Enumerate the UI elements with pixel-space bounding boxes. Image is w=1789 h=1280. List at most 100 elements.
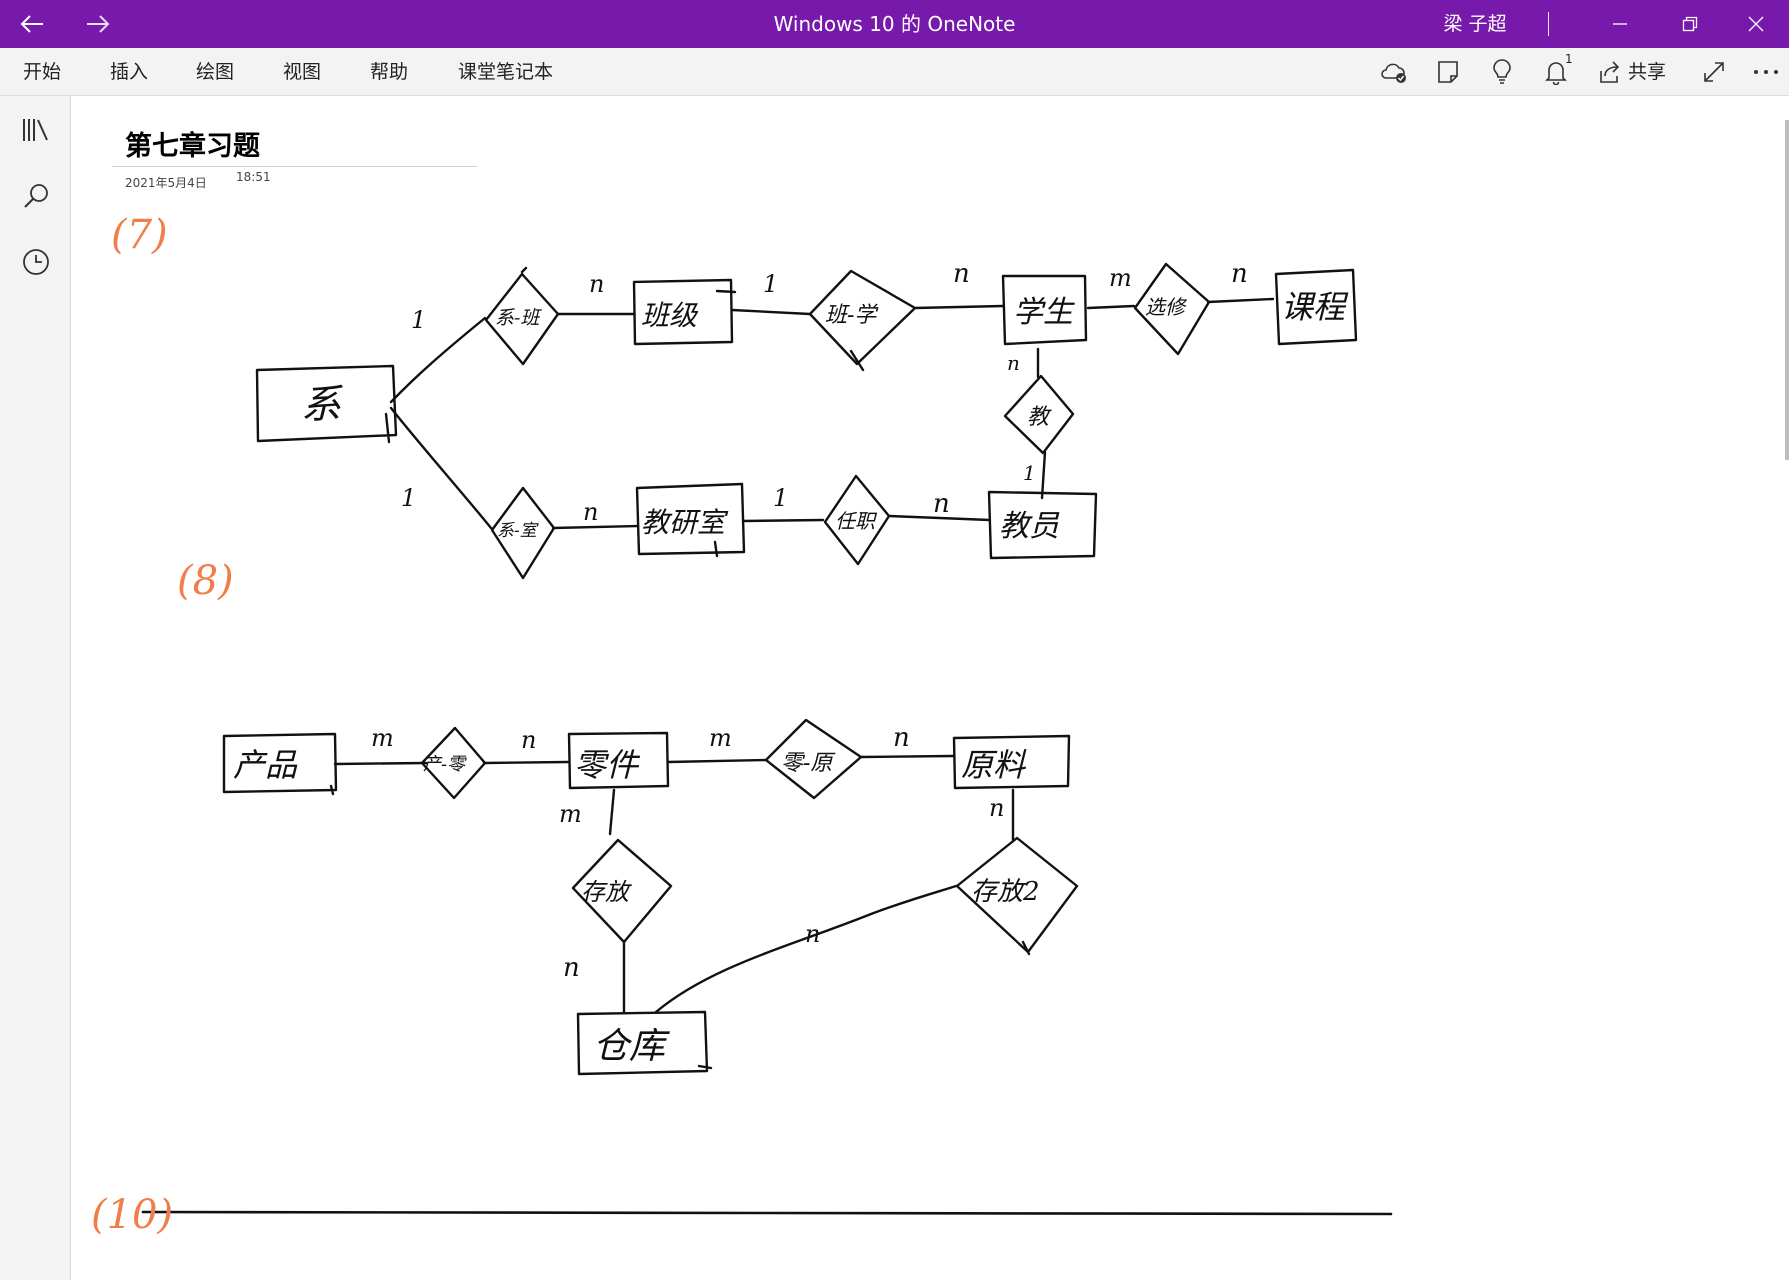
card-chanpin-chanling: m	[371, 724, 394, 752]
back-button[interactable]	[0, 0, 64, 48]
tab-help[interactable]: 帮助	[370, 48, 408, 96]
card-renzhi-jiaoyuan: n	[933, 489, 950, 519]
relationship-label-cunfang2: 存放2	[971, 877, 1040, 907]
section-label-7: (7)	[111, 212, 168, 258]
ink-canvas: 系 班级 学生 课程 教研室 教员 系-班 班-学 选修 教 系-室 任职 1 …	[91, 212, 1393, 1238]
card-lingyuan-yuanliao: n	[893, 723, 910, 753]
relationship-label-renzhi: 任职	[835, 509, 878, 533]
tell-me-button[interactable]	[1482, 48, 1522, 96]
relationship-label-cunfang: 存放	[581, 878, 633, 906]
close-button[interactable]	[1724, 0, 1788, 48]
relationship-label-banxue: 班-学	[825, 303, 879, 328]
card-xi-xiban: 1	[411, 306, 426, 334]
cloud-sync-icon	[1381, 63, 1406, 83]
forward-button[interactable]	[66, 0, 130, 48]
line-xuanxiu-kecheng	[1206, 297, 1275, 304]
relationship-label-jiao: 教	[1027, 405, 1052, 430]
section-label-8: (8)	[177, 558, 234, 604]
note-page[interactable]: 第七章习题 2021年5月4日 18:51 系 班级 学生 课程 教研室 教员 …	[71, 96, 1789, 1280]
card-xi-xishi: 1	[401, 484, 416, 512]
entity-label-chanpin: 产品	[233, 746, 298, 784]
restore-icon	[1682, 16, 1698, 32]
line-jiao-jiaoyuan	[1040, 450, 1047, 500]
more-options-button[interactable]	[1746, 48, 1786, 96]
more-icon	[1754, 70, 1778, 74]
sync-status-button[interactable]	[1374, 48, 1414, 96]
line-lingjian-cunfang	[608, 788, 616, 836]
entity-label-jiaoyanshi: 教研室	[641, 506, 729, 539]
search-icon	[23, 184, 48, 208]
close-icon	[1748, 16, 1764, 32]
entity-label-lingjian: 零件	[574, 746, 641, 784]
left-navigation	[0, 96, 71, 1280]
back-arrow-icon	[20, 15, 43, 33]
card-jiaoyanshi-renzhi: 1	[773, 484, 788, 512]
fullscreen-button[interactable]	[1694, 48, 1734, 96]
entity-label-cangku: 仓库	[593, 1026, 670, 1067]
line-lingjian-lingyuan	[666, 758, 768, 764]
card-lingjian-lingyuan: m	[709, 724, 732, 752]
card-banji-banxue: 1	[763, 270, 778, 298]
card-lingjian-cunfang: m	[559, 800, 582, 828]
entity-label-kecheng: 课程	[1281, 288, 1349, 326]
entity-label-xi: 系	[301, 382, 343, 428]
user-name[interactable]: 梁 子超	[1405, 0, 1545, 48]
restore-button[interactable]	[1658, 0, 1722, 48]
relationship-label-xiban: 系-班	[495, 307, 542, 329]
section-label-10: (10)	[91, 1192, 173, 1238]
share-icon	[1600, 61, 1620, 83]
relationship-label-lingyuan: 零-原	[781, 751, 836, 776]
card-jiao-jiaoyuan: 1	[1023, 461, 1036, 485]
vertical-scrollbar[interactable]	[1785, 120, 1789, 460]
card-yuanliao-cunfang2: n	[989, 794, 1004, 822]
bottom-ink-line	[141, 1210, 1393, 1216]
line-jiaoyanshi-renzhi	[741, 518, 825, 523]
search-button[interactable]	[0, 166, 71, 226]
lightbulb-icon	[1493, 59, 1511, 84]
page-icon	[1438, 61, 1458, 83]
card-chanling-lingjian: n	[521, 726, 536, 754]
relationship-label-chanling: 产-零	[423, 754, 467, 775]
tab-insert[interactable]: 插入	[110, 48, 148, 96]
relationship-label-xuanxiu: 选修	[1145, 295, 1188, 319]
card-banxue-xuesheng: n	[953, 259, 970, 289]
relationship-label-xishi: 系-室	[497, 521, 540, 541]
card-xuesheng-jiao: n	[1007, 351, 1020, 375]
entity-label-yuanliao: 原料	[961, 746, 1027, 784]
line-xishi-jiaoyanshi	[551, 524, 639, 530]
expand-icon	[1704, 62, 1724, 82]
line-banxue-xuesheng	[913, 304, 1005, 310]
entity-label-xuesheng: 学生	[1013, 295, 1075, 330]
notebooks-button[interactable]	[0, 100, 71, 160]
line-xi-xiban	[389, 316, 487, 404]
minimize-icon	[1613, 23, 1627, 25]
clock-icon	[22, 249, 49, 275]
line-banji-banxue	[730, 308, 812, 316]
card-xuanxiu-kecheng: n	[1231, 259, 1248, 289]
card-xuesheng-xuanxiu: m	[1109, 264, 1132, 292]
line-cangku-cunfang2	[654, 884, 958, 1014]
share-label[interactable]: 共享	[1628, 48, 1666, 96]
line-chanling-lingjian	[482, 760, 570, 765]
tab-class-notebook[interactable]: 课堂笔记本	[458, 48, 553, 96]
card-cangku-cunfang2: n	[805, 920, 820, 948]
tab-draw[interactable]: 绘图	[196, 48, 234, 96]
line-chanpin-chanling	[333, 761, 428, 766]
tab-home[interactable]: 开始	[23, 48, 61, 96]
share-button[interactable]	[1590, 48, 1630, 96]
recent-notes-button[interactable]	[0, 232, 71, 292]
page-view-button[interactable]	[1428, 48, 1468, 96]
line-lingyuan-yuanliao	[859, 754, 955, 759]
notification-count: 1	[1565, 52, 1573, 66]
card-cunfang-cangku: n	[563, 953, 580, 983]
ribbon-tabs: 开始 插入 绘图 视图 帮助 课堂笔记本 1 共享	[0, 48, 1789, 96]
card-xiban-banji: n	[589, 270, 604, 298]
minimize-button[interactable]	[1588, 0, 1652, 48]
forward-arrow-icon	[87, 15, 110, 33]
entity-label-banji: 班级	[641, 299, 699, 332]
entity-label-jiaoyuan: 教员	[999, 509, 1060, 544]
card-xishi-jiaoyanshi: n	[583, 498, 598, 526]
line-xuesheng-xuanxiu	[1086, 304, 1136, 310]
tab-view[interactable]: 视图	[283, 48, 321, 96]
title-separator	[1548, 12, 1549, 36]
